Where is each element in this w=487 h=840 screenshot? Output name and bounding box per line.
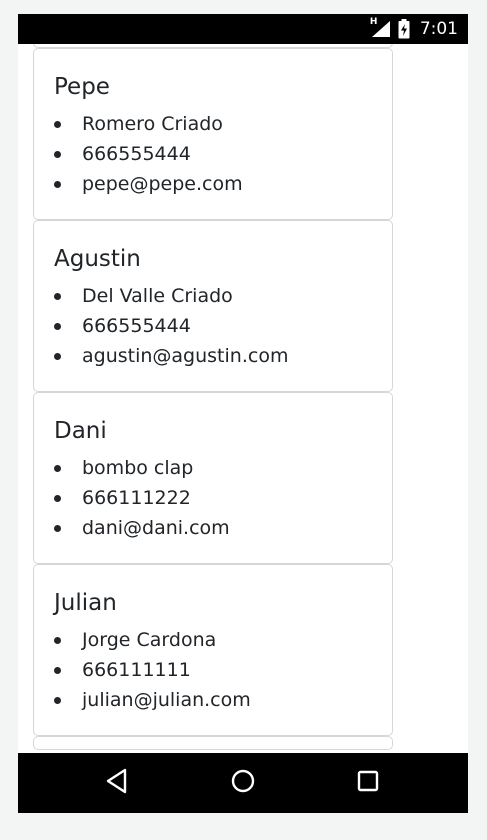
- contact-surname: Romero Criado: [54, 109, 372, 139]
- status-time: 7:01: [419, 19, 458, 39]
- contact-list-view[interactable]: Pepe Romero Criado 666555444 pepe@pepe.c…: [18, 44, 468, 753]
- field-text: Del Valle Criado: [82, 285, 233, 307]
- bullet-icon: [54, 121, 61, 128]
- contact-card[interactable]: Pepe Romero Criado 666555444 pepe@pepe.c…: [33, 48, 393, 220]
- contact-name: Agustin: [54, 246, 141, 272]
- contact-fields: Romero Criado 666555444 pepe@pepe.com: [54, 109, 372, 199]
- network-type-label: H: [369, 17, 378, 27]
- field-text: 666111222: [82, 487, 191, 509]
- contact-email: dani@dani.com: [54, 513, 372, 543]
- contact-fields: Jorge Cardona 666111111 julian@julian.co…: [54, 625, 372, 715]
- field-text: 666555444: [82, 143, 191, 165]
- contact-card[interactable]: Julian Jorge Cardona 666111111 julian@ju…: [33, 564, 393, 736]
- contact-email: pepe@pepe.com: [54, 169, 372, 199]
- contact-name: Julian: [54, 590, 117, 616]
- bullet-icon: [54, 637, 61, 644]
- contact-fields: bombo clap 666111222 dani@dani.com: [54, 453, 372, 543]
- bullet-icon: [54, 293, 61, 300]
- bullet-icon: [54, 181, 61, 188]
- bullet-icon: [54, 151, 61, 158]
- bullet-icon: [54, 495, 61, 502]
- contact-name: Pepe: [54, 74, 110, 100]
- status-icons: H 7:01: [370, 14, 458, 44]
- contact-surname: bombo clap: [54, 453, 372, 483]
- contact-email: agustin@agustin.com: [54, 341, 372, 371]
- home-icon: [231, 769, 255, 797]
- field-text: julian@julian.com: [82, 689, 251, 711]
- bullet-icon: [54, 667, 61, 674]
- field-text: Jorge Cardona: [82, 629, 217, 651]
- signal-icon: H: [369, 17, 392, 38]
- phone-screen: H 7:01 Pepe Romero Criado 666555444 pepe…: [18, 14, 468, 813]
- contact-name: Dani: [54, 418, 107, 444]
- bullet-icon: [54, 697, 61, 704]
- bullet-icon: [54, 323, 61, 330]
- contact-phone: 666555444: [54, 139, 372, 169]
- field-text: Romero Criado: [82, 113, 223, 135]
- contact-phone: 666555444: [54, 311, 372, 341]
- contact-surname: Jorge Cardona: [54, 625, 372, 655]
- bullet-icon: [54, 353, 61, 360]
- contact-card[interactable]: Dani bombo clap 666111222 dani@dani.com: [33, 392, 393, 564]
- contact-fields: Del Valle Criado 666555444 agustin@agust…: [54, 281, 372, 371]
- recents-icon: [357, 770, 379, 796]
- contact-phone: 666111111: [54, 655, 372, 685]
- home-button[interactable]: [223, 765, 263, 801]
- back-button[interactable]: [97, 765, 137, 801]
- field-text: agustin@agustin.com: [82, 345, 289, 367]
- field-text: pepe@pepe.com: [82, 173, 243, 195]
- contact-phone: 666111222: [54, 483, 372, 513]
- field-text: dani@dani.com: [82, 517, 230, 539]
- back-icon: [105, 768, 129, 798]
- bullet-icon: [54, 525, 61, 532]
- contact-list: Pepe Romero Criado 666555444 pepe@pepe.c…: [33, 44, 393, 750]
- contact-surname: Del Valle Criado: [54, 281, 372, 311]
- status-bar: H 7:01: [18, 14, 468, 44]
- field-text: 666111111: [82, 659, 191, 681]
- field-text: bombo clap: [82, 457, 194, 479]
- navigation-bar: [18, 753, 468, 813]
- battery-charging-icon: [398, 19, 410, 39]
- contact-card-partial[interactable]: [33, 736, 393, 750]
- field-text: 666555444: [82, 315, 191, 337]
- recents-button[interactable]: [348, 765, 388, 801]
- contact-card[interactable]: Agustin Del Valle Criado 666555444 agust…: [33, 220, 393, 392]
- contact-email: julian@julian.com: [54, 685, 372, 715]
- bullet-icon: [54, 465, 61, 472]
